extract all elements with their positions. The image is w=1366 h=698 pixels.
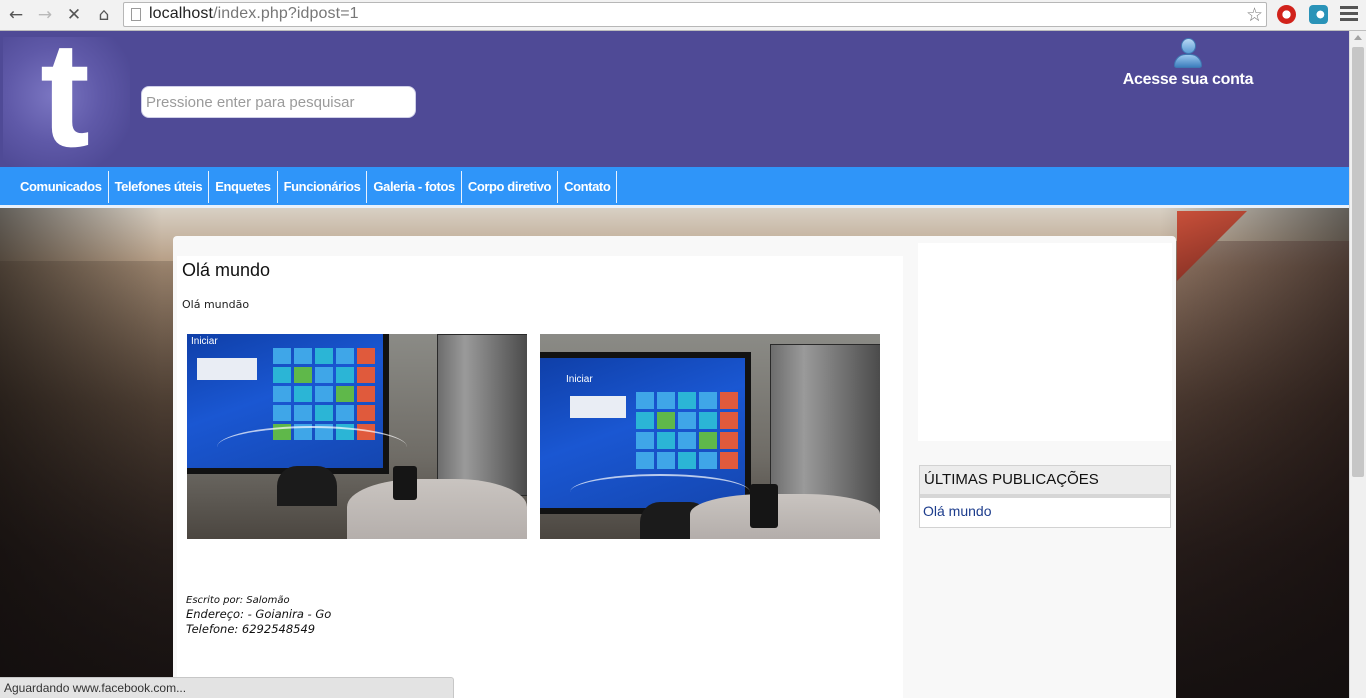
main-navigation: Comunicados Telefones úteis Enquetes Fun… [0,167,1349,208]
adblock-extension-icon[interactable] [1277,5,1296,24]
browser-toolbar: ← → ✕ ⌂ localhost/index.php?idpost=1 ☆ [0,0,1366,31]
status-bar: Aguardando www.facebook.com... [0,677,454,698]
post-body: Olá mundão [182,298,250,311]
post-title: Olá mundo [182,260,271,280]
vertical-scrollbar[interactable] [1349,31,1366,698]
nav-item-galeria[interactable]: Galeria - fotos [367,171,462,203]
nav-menu: Comunicados Telefones úteis Enquetes Fun… [14,171,618,203]
stop-loading-button[interactable]: ✕ [63,4,85,26]
photo-1-start-label: Iniciar [191,336,218,347]
scroll-up-arrow-icon[interactable] [1354,35,1362,40]
nav-item-contato[interactable]: Contato [558,171,618,203]
bookmark-star-icon[interactable]: ☆ [1246,4,1263,26]
user-icon [1171,37,1205,69]
nav-item-comunicados[interactable]: Comunicados [14,171,109,203]
back-button[interactable]: ← [5,4,27,26]
browser-menu-icon[interactable] [1340,6,1358,24]
post-author: Escrito por: Salomão [186,595,290,606]
nav-item-enquetes[interactable]: Enquetes [209,171,278,203]
forward-button[interactable]: → [34,4,56,26]
account-label: Acesse sua conta [1122,71,1254,88]
post-metadata: Escrito por: Salomão Endereço: - Goianir… [186,595,331,636]
address-bar[interactable]: localhost/index.php?idpost=1 ☆ [123,2,1267,27]
nav-item-corpo-diretivo[interactable]: Corpo diretivo [462,171,559,203]
background-people-left [0,261,175,698]
page-icon [131,8,141,21]
recent-posts-title: ÚLTIMAS PUBLICAÇÕES [920,466,1170,498]
sidebar-ad-area [918,243,1172,441]
url-text: localhost/index.php?idpost=1 [149,5,359,23]
post-photo-2[interactable]: Iniciar [540,334,880,539]
post-address: Endereço: - Goianira - Go [186,607,332,621]
background-people-right [1175,241,1349,698]
logo-letter: t [40,31,90,178]
home-button[interactable]: ⌂ [93,4,115,26]
recent-post-link[interactable]: Olá mundo [920,498,1170,519]
site-logo[interactable]: t [3,31,130,169]
scroll-thumb[interactable] [1352,47,1364,477]
account-link[interactable]: Acesse sua conta [1118,37,1258,89]
nav-item-funcionarios[interactable]: Funcionários [278,171,368,203]
post-photo-1[interactable]: Iniciar [187,334,527,539]
search-input[interactable] [141,86,416,118]
url-path: /index.php?idpost=1 [213,5,359,22]
post-phone: Telefone: 6292548549 [186,622,316,636]
post-article: Olá mundo Olá mundão Iniciar Iniciar Esc… [177,256,903,698]
url-host: localhost [149,5,214,22]
page-viewport: t Acesse sua conta Comunicados Telefones… [0,31,1349,698]
extension-icon[interactable] [1309,5,1328,24]
photo-2-start-label: Iniciar [566,374,593,385]
recent-posts-widget: ÚLTIMAS PUBLICAÇÕES Olá mundo [919,465,1171,528]
nav-item-telefones[interactable]: Telefones úteis [109,171,210,203]
site-header: t Acesse sua conta [0,31,1349,169]
